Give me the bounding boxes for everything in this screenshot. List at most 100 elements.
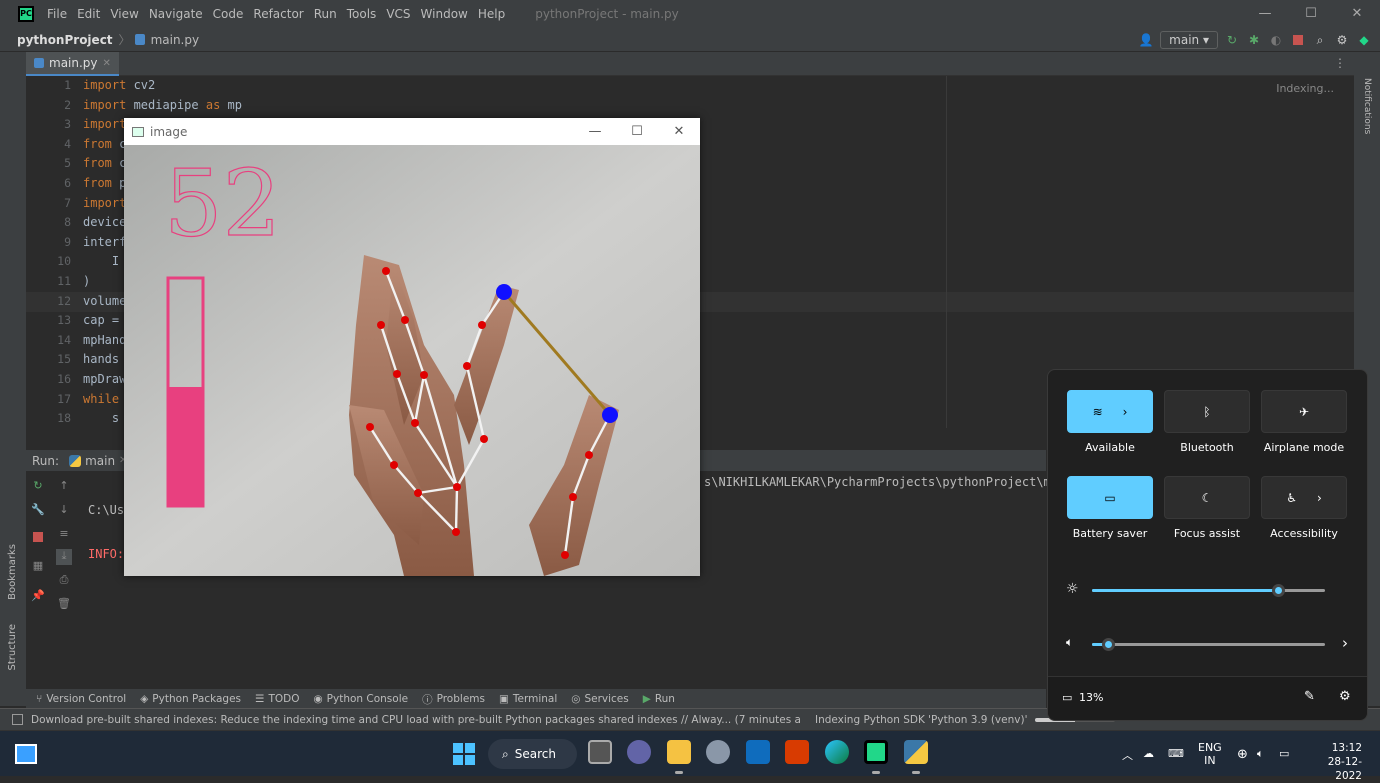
tab-services[interactable]: ◎ Services: [571, 693, 628, 705]
settings-app-icon[interactable]: [706, 740, 730, 764]
desktop-widget-icon[interactable]: [15, 744, 37, 764]
maximize-button[interactable]: ☐: [1288, 0, 1334, 28]
layout-icon[interactable]: ▦: [30, 559, 46, 575]
stop-icon[interactable]: [1290, 32, 1306, 48]
breadcrumb-project[interactable]: pythonProject: [17, 33, 113, 47]
rerun-icon[interactable]: ↻: [1224, 32, 1240, 48]
menu-window[interactable]: Window: [416, 7, 473, 21]
menu-code[interactable]: Code: [208, 7, 249, 21]
teams-chat-icon[interactable]: [627, 740, 651, 764]
menu-vcs[interactable]: VCS: [381, 7, 415, 21]
wifi-toggle-button[interactable]: ≋ ›: [1067, 390, 1153, 433]
python-app-icon[interactable]: [904, 740, 928, 764]
file-explorer-icon[interactable]: [667, 740, 691, 764]
settings-gear-icon[interactable]: ⚙: [1339, 689, 1351, 704]
soft-wrap-icon[interactable]: ≡: [56, 527, 72, 543]
menu-view[interactable]: View: [105, 7, 143, 21]
bookmarks-tab[interactable]: Bookmarks: [7, 544, 18, 600]
run-tab-main[interactable]: main ✕: [69, 454, 127, 468]
keyboard-icon[interactable]: ⌨: [1168, 747, 1184, 760]
scroll-to-end-icon[interactable]: ⤓: [56, 549, 72, 565]
wrench-icon[interactable]: 🔧: [30, 503, 46, 519]
image-close-button[interactable]: ✕: [658, 118, 700, 145]
up-arrow-icon[interactable]: ↑: [56, 479, 72, 495]
pycharm-app-icon[interactable]: [864, 740, 888, 764]
volume-slider-knob[interactable]: [1102, 638, 1116, 651]
tab-version-control[interactable]: ⑂ Version Control: [36, 693, 126, 705]
tab-run[interactable]: ▶ Run: [643, 693, 675, 705]
rerun-icon[interactable]: ↻: [30, 479, 46, 495]
more-options-icon[interactable]: ⋮: [1334, 56, 1346, 70]
cloud-icon[interactable]: ☁: [1143, 747, 1154, 760]
mail-icon[interactable]: [746, 740, 770, 764]
accessibility-expand-icon[interactable]: ›: [1317, 491, 1322, 505]
breadcrumb-file[interactable]: main.py: [151, 33, 200, 47]
print-icon[interactable]: ⎙: [56, 573, 72, 589]
tab-problems[interactable]: ⓘ Problems: [422, 692, 485, 707]
airplane-toggle-button[interactable]: ✈: [1261, 390, 1347, 433]
status-square-icon[interactable]: [12, 714, 23, 725]
trash-icon[interactable]: 🗑: [56, 597, 72, 613]
task-view-icon[interactable]: [588, 740, 612, 764]
image-maximize-button[interactable]: ☐: [616, 118, 658, 145]
close-button[interactable]: ✕: [1334, 0, 1380, 28]
settings-gear-icon[interactable]: ⚙: [1334, 32, 1350, 48]
search-icon[interactable]: ⌕: [1312, 32, 1328, 48]
menu-edit[interactable]: Edit: [72, 7, 105, 21]
clock[interactable]: 13:12 28-12-2022: [1306, 741, 1362, 783]
tab-main-py[interactable]: main.py ✕: [26, 52, 119, 76]
battery-icon[interactable]: ▭: [1062, 691, 1072, 704]
show-hidden-icons-chevron-icon[interactable]: ︿: [1122, 747, 1133, 763]
structure-tab[interactable]: Structure: [7, 624, 18, 671]
pycharm-logo-icon[interactable]: PC: [18, 6, 34, 22]
image-window[interactable]: image — ☐ ✕ 52: [124, 118, 700, 576]
notifications-tab[interactable]: Notifications: [1362, 78, 1372, 134]
status-task[interactable]: Indexing Python SDK 'Python 3.9 (venv)': [815, 714, 1027, 726]
language-indicator[interactable]: ENG IN: [1198, 741, 1222, 767]
pin-icon[interactable]: 📌: [30, 589, 46, 605]
audio-output-expand-icon[interactable]: ›: [1342, 634, 1348, 652]
bluetooth-toggle-button[interactable]: ᛒ: [1164, 390, 1250, 433]
menu-run[interactable]: Run: [309, 7, 342, 21]
status-message[interactable]: Download pre-built shared indexes: Reduc…: [31, 714, 801, 726]
network-globe-icon[interactable]: ⊕: [1237, 747, 1248, 762]
accessibility-toggle-button[interactable]: ♿ ›: [1261, 476, 1347, 519]
tab-python-packages[interactable]: ◈ Python Packages: [140, 693, 241, 705]
minimize-button[interactable]: —: [1242, 0, 1288, 28]
brightness-slider[interactable]: [1092, 584, 1325, 597]
taskbar-search-button[interactable]: ⌕ Search: [488, 739, 577, 769]
tab-terminal[interactable]: ▣ Terminal: [499, 693, 557, 705]
stop-icon[interactable]: [30, 529, 46, 545]
battery-tray-icon[interactable]: ▭: [1279, 747, 1289, 760]
run-config-selector[interactable]: main ▾: [1160, 31, 1218, 49]
battery-percent[interactable]: 13%: [1079, 691, 1103, 704]
brightness-slider-knob[interactable]: [1272, 584, 1286, 597]
coverage-icon[interactable]: ◐: [1268, 32, 1284, 48]
debug-icon[interactable]: ✱: [1246, 32, 1262, 48]
down-arrow-icon[interactable]: ↓: [56, 503, 72, 519]
menu-file[interactable]: File: [42, 7, 72, 21]
office-icon[interactable]: [785, 740, 809, 764]
tab-python-console[interactable]: ◉ Python Console: [313, 693, 408, 705]
volume-icon[interactable]: 🔈︎: [1257, 747, 1264, 761]
battery-saver-toggle-button[interactable]: ▭: [1067, 476, 1153, 519]
wifi-expand-icon[interactable]: ›: [1123, 405, 1128, 419]
edit-pencil-icon[interactable]: ✎: [1304, 689, 1315, 704]
volume-slider[interactable]: [1092, 638, 1325, 651]
menu-refactor[interactable]: Refactor: [248, 7, 308, 21]
image-window-titlebar[interactable]: image — ☐ ✕: [124, 118, 700, 145]
image-minimize-button[interactable]: —: [574, 118, 616, 145]
user-icon[interactable]: 👤: [1138, 32, 1154, 48]
tab-todo[interactable]: ☰ TODO: [255, 693, 299, 705]
code-line[interactable]: import cv2: [83, 76, 242, 96]
focus-assist-toggle-button[interactable]: ☾: [1164, 476, 1250, 519]
menu-navigate[interactable]: Navigate: [144, 7, 208, 21]
plugin-icon[interactable]: ◆: [1356, 32, 1372, 48]
start-windows-icon[interactable]: [453, 743, 475, 765]
code-line[interactable]: import mediapipe as mp: [83, 96, 242, 116]
console-output[interactable]: C:\Us INFO:: [88, 475, 124, 589]
tab-close-icon[interactable]: ✕: [103, 58, 111, 69]
menu-help[interactable]: Help: [473, 7, 510, 21]
menu-tools[interactable]: Tools: [342, 7, 382, 21]
edge-browser-icon[interactable]: [825, 740, 849, 764]
